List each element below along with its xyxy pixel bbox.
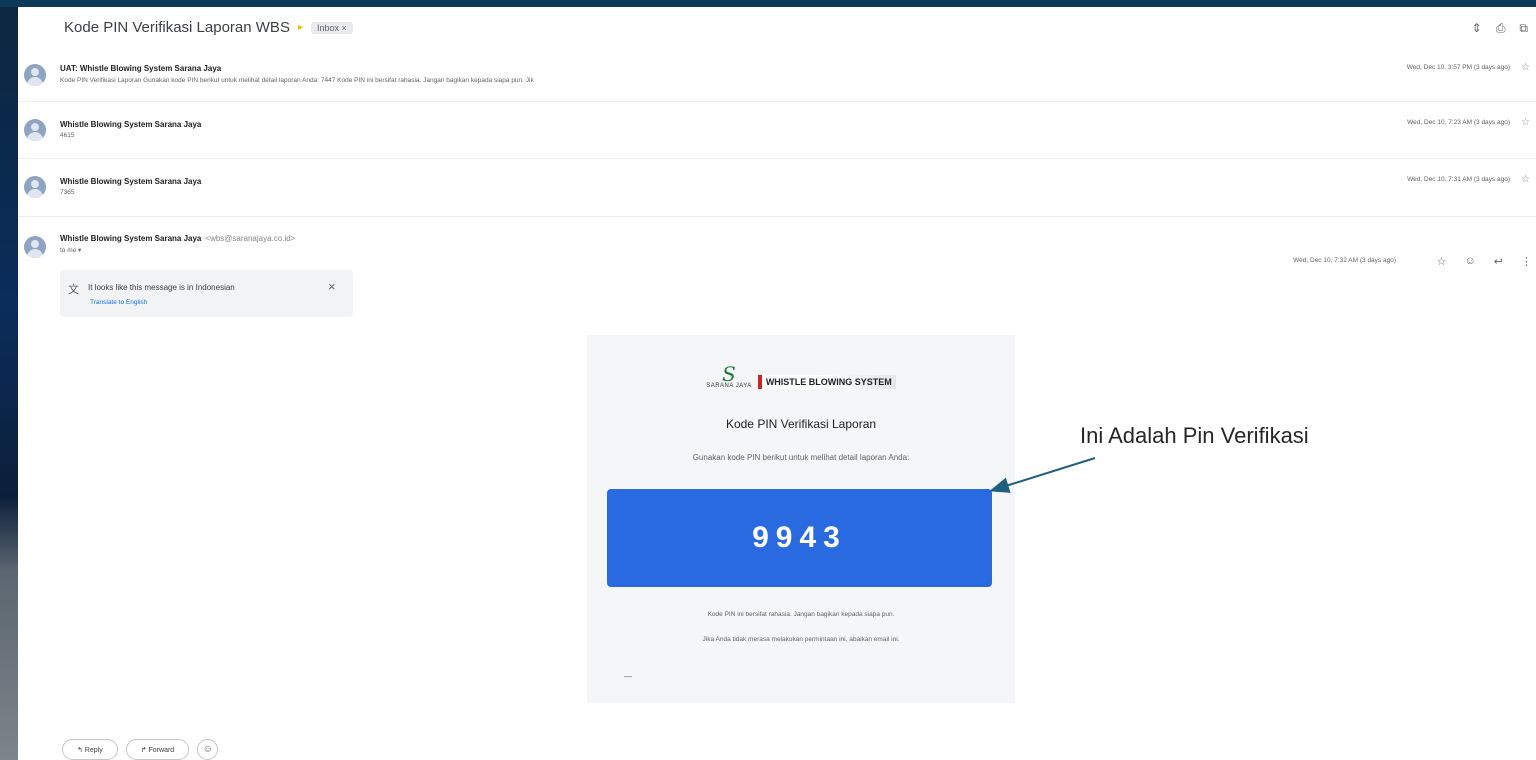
star-icon[interactable]: ☆ xyxy=(1521,174,1530,185)
message-sender: Whistle Blowing System Sarana Jaya xyxy=(60,120,202,129)
email-heading: Kode PIN Verifikasi Laporan xyxy=(725,417,877,431)
whistle-blowing-system-logo: WHISTLE BLOWING SYSTEM xyxy=(757,375,896,389)
star-icon[interactable]: ☆ xyxy=(1437,255,1447,268)
emoji-reaction-icon[interactable]: ☺ xyxy=(1465,255,1476,268)
message-snippet: 7365 xyxy=(60,189,75,196)
translate-message: It looks like this message is in Indones… xyxy=(88,283,235,292)
avatar xyxy=(24,236,46,258)
annotation-label: Ini Adalah Pin Verifikasi xyxy=(1080,423,1309,448)
avatar xyxy=(24,64,46,86)
translate-banner: 文 It looks like this message is in Indon… xyxy=(60,270,353,317)
avatar xyxy=(24,176,46,198)
emoji-icon[interactable]: ☺ xyxy=(197,739,219,760)
expand-icon[interactable]: ⇕ xyxy=(1472,21,1482,36)
subject-title: Kode PIN Verifikasi Laporan WBS xyxy=(64,19,290,36)
message-sender: Whistle Blowing System Sarana Jaya <wbs@s… xyxy=(60,234,295,243)
thread-message-collapsed[interactable]: UAT: Whistle Blowing System Sarana Jaya … xyxy=(18,52,1536,102)
avatar xyxy=(24,119,46,141)
message-date: Wed, Dec 10, 7:23 AM (3 days ago) xyxy=(1407,119,1510,126)
thread-message-collapsed[interactable]: Whistle Blowing System Sarana Jaya 4615 … xyxy=(18,102,1536,159)
message-date: Wed, Dec 10, 3:57 PM (3 days ago) xyxy=(1406,64,1510,71)
message-sender-email: <wbs@saranajaya.co.id> xyxy=(205,234,296,243)
message-date: Wed, Dec 10, 7:32 AM (3 days ago) xyxy=(1293,257,1396,264)
message-date: Wed, Dec 10, 7:31 AM (3 days ago) xyxy=(1407,176,1510,183)
pin-code: 9943 xyxy=(752,521,847,554)
close-icon[interactable]: × xyxy=(328,279,336,294)
print-icon[interactable]: ⎙ xyxy=(1496,21,1506,36)
translate-link[interactable]: Translate to English xyxy=(90,299,147,306)
email-confidential-note: Kode PIN ini bersifat rahasia. Jangan ba… xyxy=(707,611,895,618)
logo-row: S SARANA JAYA WHISTLE BLOWING SYSTEM xyxy=(587,362,1015,389)
message-actions: ☆ ☺ ↩ ⋮ xyxy=(1437,255,1532,268)
important-marker-icon[interactable]: ▸ xyxy=(298,22,303,33)
desktop-background-strip xyxy=(0,7,18,760)
message-sender: UAT: Whistle Blowing System Sarana Jaya xyxy=(60,64,222,73)
more-options-icon[interactable]: ⋮ xyxy=(1521,255,1532,268)
star-icon[interactable]: ☆ xyxy=(1521,62,1530,73)
email-instruction: Gunakan kode PIN berikut untuk melihat d… xyxy=(692,453,910,462)
reply-actions-row: ↰ Reply ↱ Forward ☺ xyxy=(62,739,219,760)
star-icon[interactable]: ☆ xyxy=(1521,117,1530,128)
sarana-jaya-logo-text: SARANA JAYA xyxy=(706,383,752,389)
thread-subject: Kode PIN Verifikasi Laporan WBS ▸ Inbox … xyxy=(64,19,353,36)
sarana-jaya-logo: S SARANA JAYA xyxy=(706,362,752,389)
email-body-card: S SARANA JAYA WHISTLE BLOWING SYSTEM Kod… xyxy=(587,335,1015,703)
inbox-label-chip[interactable]: Inbox × xyxy=(310,21,353,34)
reply-button[interactable]: ↰ Reply xyxy=(62,739,118,760)
message-sender: Whistle Blowing System Sarana Jaya xyxy=(60,177,202,186)
thread-message-collapsed[interactable]: Whistle Blowing System Sarana Jaya 7365 … xyxy=(18,159,1536,217)
forward-button[interactable]: ↱ Forward xyxy=(125,739,190,760)
sarana-jaya-mark-icon: S xyxy=(722,362,736,386)
message-snippet: 4615 xyxy=(60,132,75,139)
message-recipient[interactable]: to me ▾ xyxy=(60,246,81,254)
thread-top-actions: ⇕ ⎙ ⧉ xyxy=(1472,21,1528,36)
open-new-window-icon[interactable]: ⧉ xyxy=(1519,21,1528,36)
message-sender-name: Whistle Blowing System Sarana Jaya xyxy=(60,234,202,243)
message-snippet: Kode PIN Verifikasi Laporan Gunakan kode… xyxy=(60,77,534,84)
translate-icon: 文 xyxy=(68,284,79,296)
pin-code-box: 9943 xyxy=(607,489,992,587)
reply-icon[interactable]: ↩ xyxy=(1494,255,1503,268)
email-ignore-note: Jika Anda tidak merasa melakukan permint… xyxy=(702,636,900,643)
email-thread-view: Kode PIN Verifikasi Laporan WBS ▸ Inbox … xyxy=(18,7,1536,760)
window-top-bar xyxy=(0,0,1536,7)
email-signature-dash: — xyxy=(624,672,632,681)
